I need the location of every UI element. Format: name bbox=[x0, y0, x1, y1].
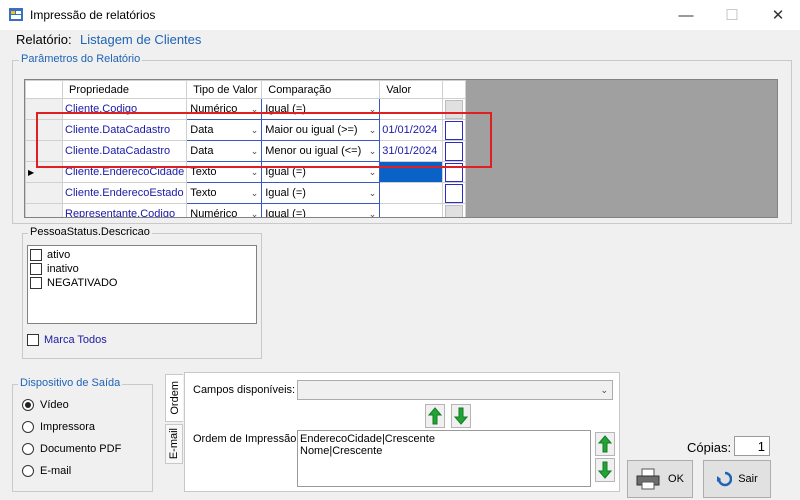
radio-icon[interactable] bbox=[22, 465, 34, 477]
cell-comparacao-combo[interactable]: Igual (=) ⌄ bbox=[261, 182, 381, 204]
campos-label: Campos disponíveis: bbox=[193, 384, 296, 396]
row-header[interactable] bbox=[25, 182, 63, 204]
ordem-label: Ordem de Impressão: bbox=[193, 433, 300, 445]
row-header[interactable] bbox=[25, 203, 63, 217]
cell-button[interactable] bbox=[442, 203, 467, 217]
checkbox-icon[interactable] bbox=[27, 334, 39, 346]
chevron-down-icon: ⌄ bbox=[250, 166, 259, 177]
radio-icon[interactable] bbox=[22, 421, 34, 433]
move-up-button[interactable] bbox=[595, 432, 615, 456]
tab-ordem[interactable]: Ordem bbox=[165, 374, 183, 422]
chevron-down-icon: ⌄ bbox=[368, 208, 377, 218]
add-down-button[interactable] bbox=[451, 404, 471, 428]
cell-comparacao-combo[interactable]: Igual (=) ⌄ bbox=[261, 203, 381, 218]
printer-icon bbox=[636, 468, 660, 490]
column-header-valor[interactable]: Valor bbox=[379, 80, 444, 99]
status-item[interactable]: inativo bbox=[28, 262, 256, 276]
campos-dropdown[interactable]: ⌄ bbox=[297, 380, 613, 400]
table-row[interactable]: Cliente.EnderecoEstado Texto ⌄ Igual (=) ⌄ bbox=[25, 182, 467, 204]
cell-tipo-combo[interactable]: Numérico ⌄ bbox=[186, 203, 263, 218]
copies-label: Cópias: bbox=[687, 440, 732, 455]
ordem-listbox[interactable]: EnderecoCidade|Crescente Nome|Crescente bbox=[297, 430, 591, 487]
arrow-up-icon bbox=[428, 407, 442, 425]
copies-input[interactable]: 1 bbox=[734, 436, 770, 456]
maximize-button[interactable]: ☐ bbox=[710, 0, 754, 30]
chevron-down-icon: ⌄ bbox=[250, 187, 259, 198]
chevron-down-icon: ⌄ bbox=[600, 384, 608, 395]
table-row[interactable]: Representante.Codigo Numérico ⌄ Igual (=) ⌄ bbox=[25, 203, 467, 218]
cell-button[interactable] bbox=[442, 182, 467, 204]
column-header-tipo[interactable]: Tipo de Valor bbox=[186, 80, 263, 99]
cell-button-box[interactable] bbox=[445, 183, 464, 203]
exit-icon bbox=[717, 471, 733, 487]
minimize-button[interactable]: — bbox=[664, 0, 708, 30]
cell-tipo-combo[interactable]: Texto ⌄ bbox=[186, 182, 263, 204]
output-legend: Dispositivo de Saída bbox=[18, 377, 123, 389]
checkbox-icon[interactable] bbox=[30, 263, 42, 275]
radio-video[interactable]: Vídeo bbox=[22, 399, 69, 411]
column-header-propriedade[interactable]: Propriedade bbox=[61, 80, 188, 99]
radio-impressora[interactable]: Impressora bbox=[22, 421, 95, 433]
arrow-down-icon bbox=[454, 407, 468, 425]
params-legend: Parâmetros do Relatório bbox=[19, 53, 143, 65]
chevron-down-icon: ⌄ bbox=[250, 208, 259, 218]
tab-email[interactable]: E-mail bbox=[165, 424, 183, 464]
status-item[interactable]: ativo bbox=[28, 248, 256, 262]
current-row-arrow-icon: ▶ bbox=[28, 168, 35, 177]
chevron-down-icon: ⌄ bbox=[368, 166, 377, 177]
cell-button-box[interactable] bbox=[445, 204, 464, 217]
report-label: Relatório: bbox=[16, 32, 72, 47]
column-header-blank bbox=[442, 80, 467, 99]
list-item[interactable]: Nome|Crescente bbox=[300, 445, 588, 457]
radio-icon[interactable] bbox=[22, 399, 34, 411]
status-checklist: ativo inativo NEGATIVADO bbox=[27, 245, 257, 324]
radio-email[interactable]: E-mail bbox=[22, 465, 71, 477]
arrow-down-icon bbox=[598, 461, 612, 479]
radio-pdf[interactable]: Documento PDF bbox=[22, 443, 121, 455]
cell-propriedade[interactable]: Representante.Codigo bbox=[61, 203, 188, 217]
add-up-button[interactable] bbox=[425, 404, 445, 428]
cell-valor[interactable] bbox=[379, 203, 444, 217]
move-down-button[interactable] bbox=[595, 458, 615, 482]
report-name: Listagem de Clientes bbox=[80, 32, 202, 47]
checkbox-icon[interactable] bbox=[30, 249, 42, 261]
checkbox-icon[interactable] bbox=[30, 277, 42, 289]
close-button[interactable]: ✕ bbox=[756, 0, 800, 30]
sair-button[interactable]: Sair bbox=[703, 460, 771, 498]
chevron-down-icon: ⌄ bbox=[368, 187, 377, 198]
mark-all-checkbox[interactable]: Marca Todos bbox=[27, 334, 107, 346]
ok-button[interactable]: OK bbox=[627, 460, 693, 498]
column-header-comparacao[interactable]: Comparação bbox=[261, 80, 381, 99]
status-legend: PessoaStatus.Descricao bbox=[28, 226, 152, 238]
row-header-corner bbox=[25, 80, 63, 99]
list-item[interactable]: EnderecoCidade|Crescente bbox=[300, 433, 588, 445]
window-title: Impressão de relatórios bbox=[30, 8, 156, 22]
cell-propriedade[interactable]: Cliente.EnderecoEstado bbox=[61, 182, 188, 204]
radio-icon[interactable] bbox=[22, 443, 34, 455]
title-bar: Impressão de relatórios — ☐ ✕ bbox=[0, 0, 800, 30]
cell-valor[interactable] bbox=[379, 182, 444, 204]
app-icon bbox=[9, 8, 23, 21]
status-item[interactable]: NEGATIVADO bbox=[28, 276, 256, 290]
highlight-box bbox=[36, 112, 492, 168]
arrow-up-icon bbox=[598, 435, 612, 453]
ordem-panel: Campos disponíveis: ⌄ Ordem de Impressão… bbox=[184, 372, 620, 492]
